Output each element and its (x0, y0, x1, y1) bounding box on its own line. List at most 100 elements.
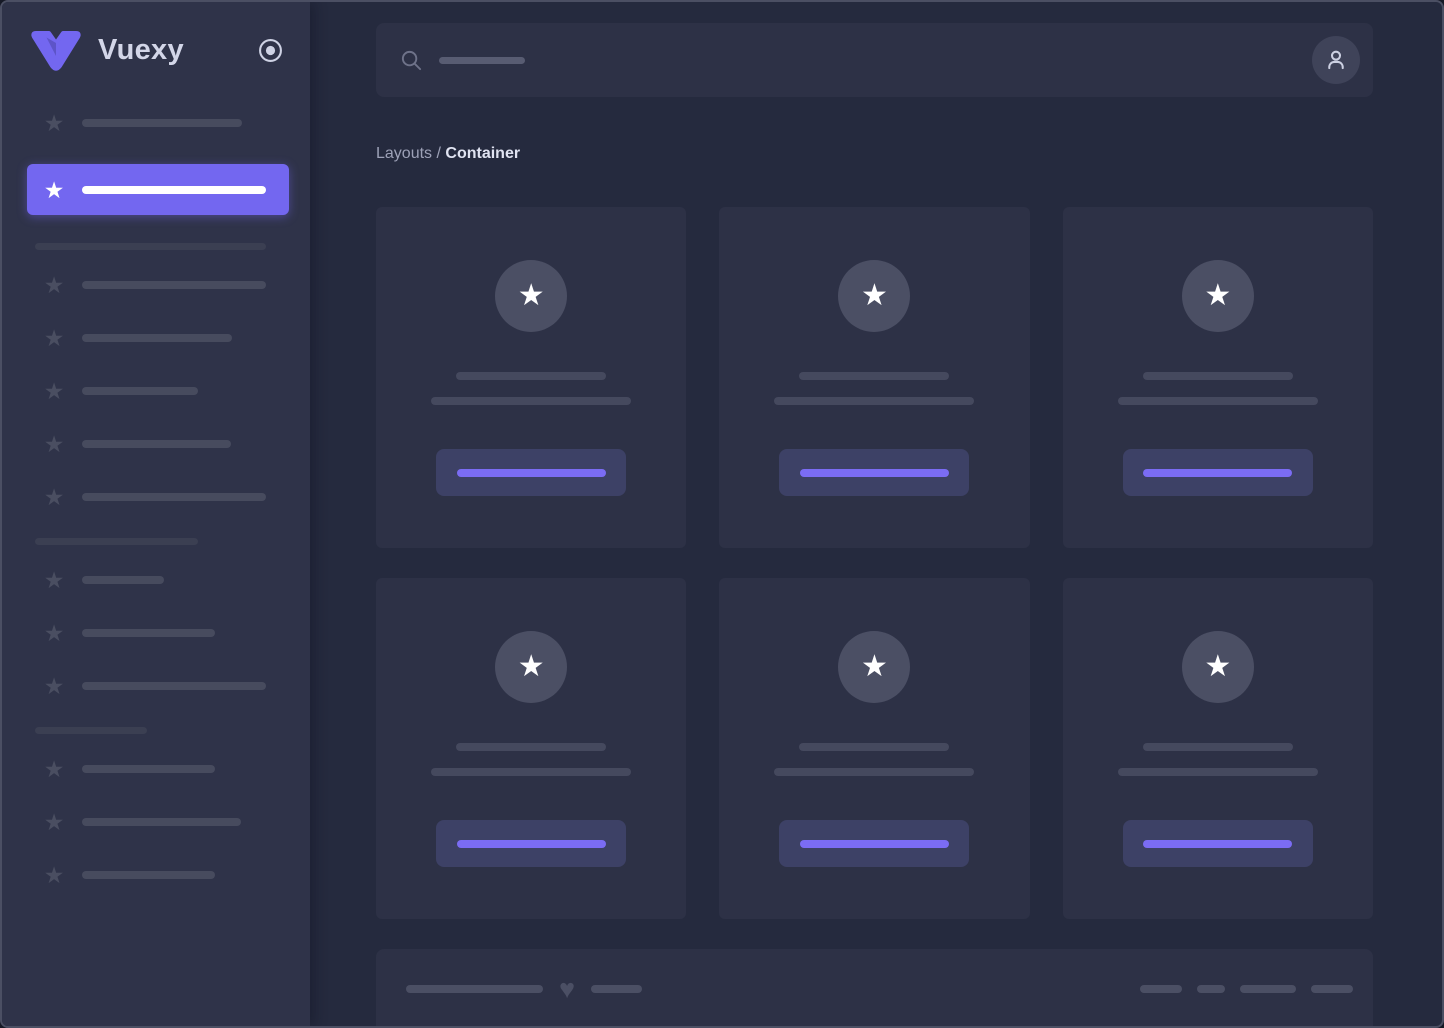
card-text-placeholder-bar (456, 372, 607, 380)
sidebar-header: Vuexy (2, 2, 310, 98)
sidebar-nav-item[interactable]: ★ (42, 111, 310, 135)
card-text-placeholder-bar (456, 743, 607, 751)
placeholder-card: ★ (376, 578, 687, 919)
placeholder-card: ★ (376, 207, 687, 548)
sidebar-section-header-bar (35, 538, 198, 545)
person-icon (1328, 50, 1344, 70)
main-content: Layouts / Container ★ ★ ★ ★ ★ ★ ♥ (310, 2, 1442, 1026)
card-action-button[interactable] (436, 449, 627, 496)
footer-placeholder-bar (1140, 985, 1182, 993)
star-icon: ★ (43, 862, 65, 888)
footer-placeholder-bar (1197, 985, 1225, 993)
star-icon: ★ (43, 431, 65, 457)
card-avatar-circle: ★ (1181, 631, 1254, 703)
sidebar-nav-item[interactable]: ★ (42, 621, 310, 645)
sidebar-nav-item[interactable]: ★ (42, 757, 310, 781)
placeholder-card: ★ (719, 207, 1030, 548)
card-action-button[interactable] (1122, 449, 1313, 496)
button-label-placeholder-bar (1143, 839, 1293, 848)
nav-label-placeholder-bar (82, 682, 266, 690)
footer-right-group (1140, 985, 1353, 993)
search-input[interactable] (376, 23, 1373, 97)
button-label-placeholder-bar (456, 468, 606, 477)
footer-placeholder-bar (1240, 985, 1296, 993)
star-icon: ★ (1204, 279, 1232, 312)
card-text-placeholder-bar (799, 372, 950, 380)
card-action-button[interactable] (779, 449, 970, 496)
card-avatar-circle: ★ (1181, 260, 1254, 332)
nav-label-placeholder-bar (82, 281, 266, 289)
sidebar-section-header-bar (35, 727, 147, 734)
card-text-placeholder-bar (431, 768, 632, 776)
star-icon: ★ (861, 279, 888, 312)
star-icon: ★ (43, 325, 65, 351)
cards-grid: ★ ★ ★ ★ ★ ★ (376, 207, 1373, 919)
footer-card: ♥ (376, 949, 1373, 1026)
button-label-placeholder-bar (799, 839, 949, 848)
breadcrumb: Layouts / Container (376, 145, 1373, 163)
star-icon: ★ (43, 176, 65, 203)
card-action-button[interactable] (1122, 820, 1313, 867)
nav-label-placeholder-bar (82, 576, 164, 584)
search-placeholder-bar (439, 56, 525, 64)
card-avatar-circle: ★ (495, 260, 568, 332)
nav-label-placeholder-bar (82, 765, 215, 773)
footer-placeholder-bar (591, 985, 643, 993)
star-icon: ★ (43, 673, 65, 699)
star-icon: ★ (1204, 650, 1232, 683)
sidebar-section-header-bar (35, 243, 266, 250)
sidebar-nav-item[interactable]: ★ (42, 326, 310, 350)
star-icon: ★ (43, 110, 65, 136)
star-icon: ★ (43, 378, 65, 404)
nav-label-placeholder-bar (82, 440, 231, 448)
card-text-placeholder-bar (774, 397, 975, 405)
card-avatar-circle: ★ (838, 631, 911, 703)
sidebar-nav-item[interactable]: ★ (42, 863, 310, 887)
button-label-placeholder-bar (799, 468, 949, 477)
placeholder-card: ★ (1062, 578, 1373, 919)
nav-label-placeholder-bar (82, 387, 198, 395)
nav-label-placeholder-bar (82, 119, 242, 127)
star-icon: ★ (43, 756, 65, 782)
sidebar-nav-item[interactable]: ★ (42, 379, 310, 403)
heart-icon[interactable]: ♥ (559, 976, 575, 1003)
sidebar: Vuexy ★ ★ ★ ★ ★ ★ ★ ★ ★ ★ ★ ★ ★ (2, 2, 310, 1026)
sidebar-nav-item[interactable]: ★ (42, 568, 310, 592)
card-action-button[interactable] (779, 820, 970, 867)
user-avatar-button[interactable] (1312, 36, 1360, 84)
search-icon (401, 50, 422, 70)
star-icon: ★ (43, 484, 65, 510)
card-text-placeholder-bar (1117, 397, 1318, 405)
star-icon: ★ (43, 272, 65, 298)
card-text-placeholder-bar (1117, 768, 1318, 776)
menu-pin-radio-icon[interactable] (258, 38, 283, 63)
sidebar-nav-item[interactable]: ★ (42, 674, 310, 698)
star-icon: ★ (517, 279, 545, 312)
star-icon: ★ (861, 650, 888, 683)
vuexy-logo-icon (31, 31, 81, 71)
nav-label-placeholder-bar (82, 818, 241, 826)
sidebar-nav-item[interactable]: ★ (42, 432, 310, 456)
star-icon: ★ (43, 567, 65, 593)
nav-label-placeholder-bar (82, 185, 266, 194)
footer-left-group: ♥ (406, 976, 643, 1003)
sidebar-nav-item[interactable]: ★ (27, 164, 289, 215)
nav-label-placeholder-bar (82, 871, 215, 879)
card-text-placeholder-bar (1142, 372, 1293, 380)
sidebar-nav-item[interactable]: ★ (42, 810, 310, 834)
footer-placeholder-bar (406, 985, 543, 993)
sidebar-nav-item[interactable]: ★ (42, 273, 310, 297)
breadcrumb-section-link[interactable]: Layouts (376, 145, 432, 162)
button-label-placeholder-bar (456, 839, 606, 848)
placeholder-card: ★ (1062, 207, 1373, 548)
nav-label-placeholder-bar (82, 629, 215, 637)
sidebar-nav-item[interactable]: ★ (42, 485, 310, 509)
nav-label-placeholder-bar (82, 334, 232, 342)
star-icon: ★ (43, 809, 65, 835)
card-action-button[interactable] (436, 820, 627, 867)
card-text-placeholder-bar (774, 768, 975, 776)
card-text-placeholder-bar (1142, 743, 1293, 751)
star-icon: ★ (43, 620, 65, 646)
nav-label-placeholder-bar (82, 493, 266, 501)
breadcrumb-current: Container (445, 145, 521, 162)
